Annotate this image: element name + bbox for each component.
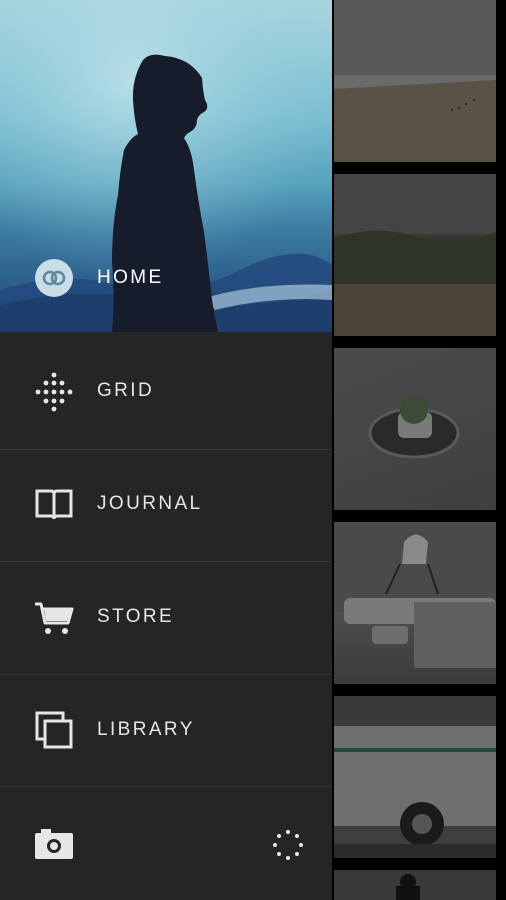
shutter-button[interactable] (272, 829, 304, 861)
menu-item-grid[interactable]: GRID (0, 336, 332, 448)
image-feed (332, 0, 506, 900)
book-icon (33, 484, 75, 526)
feed-image-plant-tray[interactable] (334, 348, 496, 510)
menu-item-journal[interactable]: JOURNAL (0, 449, 332, 561)
library-icon (33, 709, 75, 751)
divider (0, 786, 332, 787)
menu-item-label: LIBRARY (97, 719, 195, 740)
feed-image-beach[interactable] (334, 0, 496, 162)
menu-item-home[interactable]: HOME (0, 222, 332, 334)
feed-image-person[interactable] (334, 870, 496, 900)
feed-image-van[interactable] (334, 696, 496, 858)
menu-item-label: JOURNAL (97, 493, 203, 514)
menu-item-label: STORE (97, 606, 175, 627)
cart-icon (33, 597, 75, 639)
menu-item-store[interactable]: STORE (0, 562, 332, 674)
vsco-logo-icon (33, 257, 75, 299)
grid-dots-icon (33, 371, 75, 413)
camera-button[interactable] (33, 826, 75, 862)
menu-item-label: GRID (97, 380, 155, 401)
shutter-dots-icon (273, 830, 303, 860)
menu-item-label: HOME (97, 267, 164, 288)
feed-image-chair[interactable] (334, 522, 496, 684)
feed-image-hills[interactable] (334, 174, 496, 336)
navigation-drawer: HOME GRID JOURNAL STORE LIBRARY (0, 0, 332, 900)
camera-icon (35, 829, 73, 859)
menu-item-library[interactable]: LIBRARY (0, 674, 332, 786)
